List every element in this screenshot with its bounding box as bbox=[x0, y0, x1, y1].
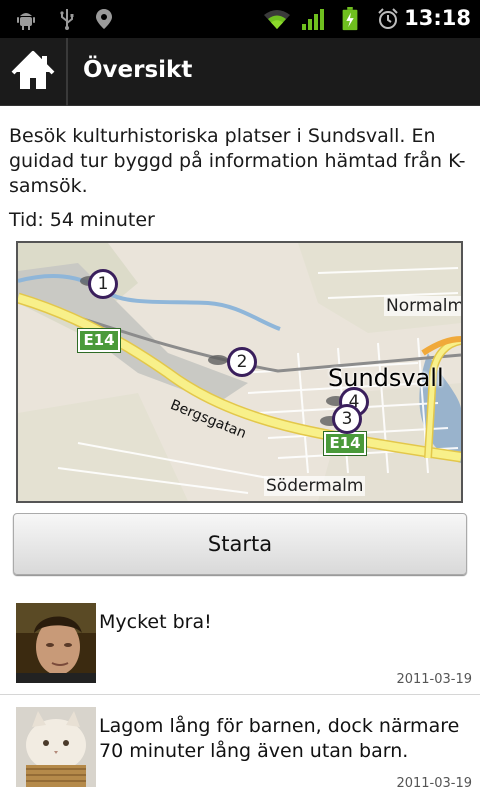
usb-icon bbox=[60, 9, 74, 30]
avatar bbox=[16, 707, 96, 787]
android-debug-icon bbox=[17, 13, 35, 30]
map-marker[interactable]: 2 bbox=[227, 347, 257, 377]
comment-item[interactable]: Mycket bra! 2011-03-19 bbox=[0, 603, 480, 696]
action-bar: Översikt bbox=[0, 38, 480, 106]
tour-description: Besök kulturhistoriska platser i Sundsva… bbox=[9, 125, 466, 197]
comment-text: Mycket bra! bbox=[99, 611, 212, 633]
alarm-icon bbox=[378, 8, 398, 29]
comment-date: 2011-03-19 bbox=[396, 672, 472, 687]
screen-title: Översikt bbox=[83, 57, 193, 83]
map-marker[interactable]: 1 bbox=[88, 269, 118, 299]
status-bar: 13:18 bbox=[0, 0, 480, 38]
comment-item[interactable]: Lagom lång för barnen, dock närmare 70 m… bbox=[0, 707, 480, 800]
map-label-city: Sundsvall bbox=[328, 364, 444, 392]
map-road-sign-e14: E14 bbox=[77, 328, 121, 353]
home-button[interactable] bbox=[0, 38, 66, 106]
battery-charging-icon bbox=[342, 7, 358, 31]
start-button[interactable]: Starta bbox=[13, 513, 467, 575]
comment-text: Lagom lång för barnen, dock närmare 70 m… bbox=[99, 715, 460, 762]
list-divider bbox=[0, 694, 480, 695]
action-bar-divider bbox=[66, 38, 68, 106]
location-icon bbox=[96, 9, 112, 29]
comment-date: 2011-03-19 bbox=[396, 776, 472, 791]
avatar bbox=[16, 603, 96, 683]
map-label-normalm: Normalm bbox=[384, 296, 461, 316]
map-marker[interactable]: 3 bbox=[332, 404, 362, 434]
signal-icon bbox=[302, 9, 324, 30]
clock: 13:18 bbox=[404, 6, 471, 30]
map-label-sodermalm: Södermalm bbox=[264, 476, 366, 496]
tour-duration: Tid: 54 minuter bbox=[9, 209, 155, 231]
map-road-sign-e14: E14 bbox=[323, 431, 367, 456]
home-icon bbox=[11, 51, 55, 89]
map-view[interactable]: Normalm Sundsvall Bergsgatan Södermalm E… bbox=[16, 241, 463, 503]
wifi-icon bbox=[264, 10, 290, 29]
